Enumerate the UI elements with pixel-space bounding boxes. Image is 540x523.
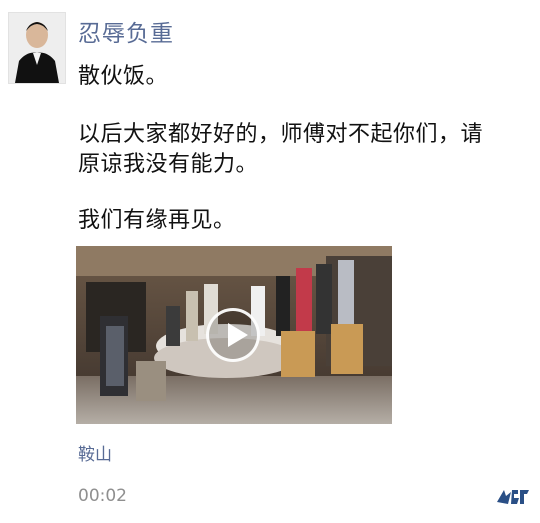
post-time: 00:02 bbox=[78, 486, 127, 506]
avatar[interactable] bbox=[8, 12, 66, 84]
watermark-logo bbox=[494, 484, 532, 510]
post-text-line-1: 散伙饭。 bbox=[78, 64, 169, 89]
username[interactable]: 忍辱负重 bbox=[78, 14, 174, 48]
post-text-line-3: 原谅我没有能力。 bbox=[78, 152, 259, 177]
post-text-line-2: 以后大家都好好的，师傅对不起你们，请 bbox=[78, 122, 484, 147]
play-icon[interactable] bbox=[206, 308, 260, 362]
location-link[interactable]: 鞍山 bbox=[78, 440, 112, 465]
post-text-line-4: 我们有缘再见。 bbox=[78, 208, 236, 233]
avatar-image bbox=[9, 13, 65, 83]
